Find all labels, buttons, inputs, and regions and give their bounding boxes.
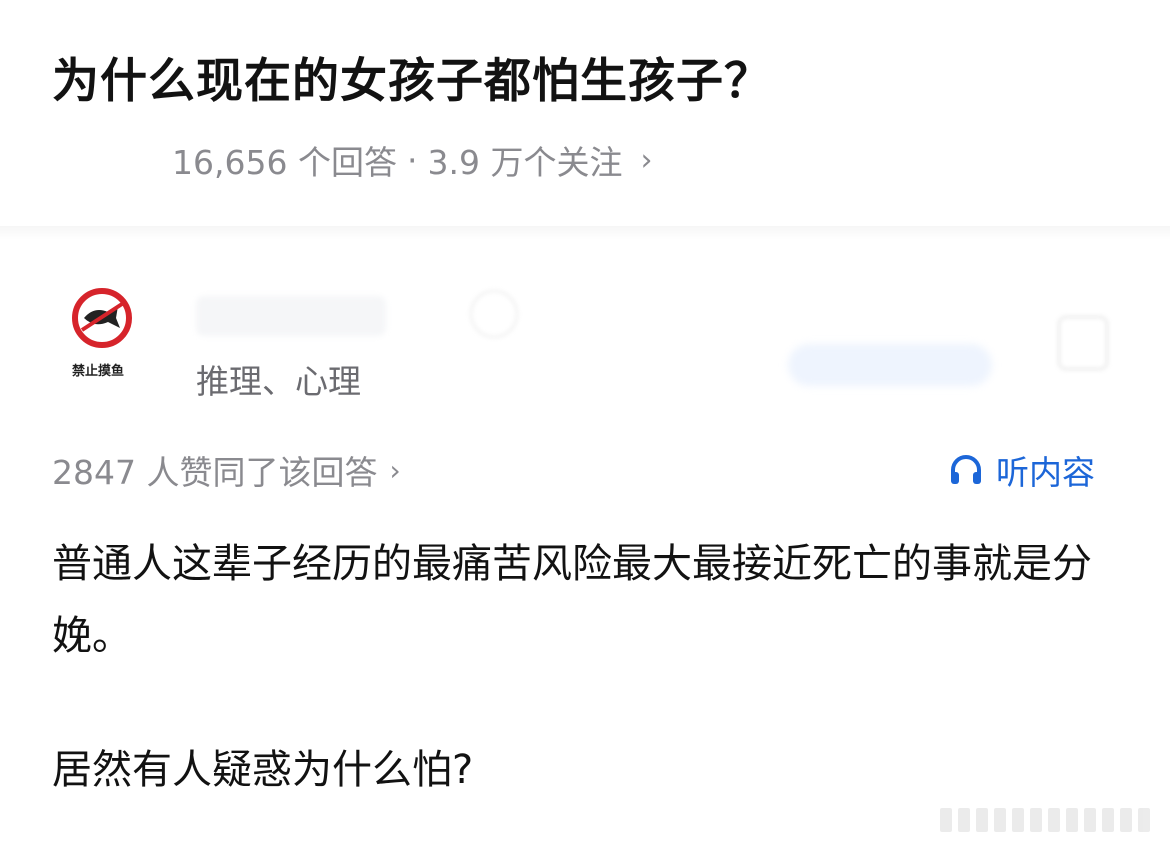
more-options-button[interactable]: [1058, 316, 1108, 370]
chevron-right-icon: ›: [640, 142, 653, 178]
listen-label: 听内容: [996, 453, 1095, 492]
answer-paragraph: 普通人这辈子经历的最痛苦风险最大最接近死亡的事就是分娩。: [52, 541, 1092, 659]
answer-paragraph: 居然有人疑惑为什么怕?: [52, 747, 474, 793]
chevron-right-icon: ›: [389, 453, 401, 487]
headphones-icon: [951, 455, 981, 484]
follow-button[interactable]: [788, 344, 992, 386]
author-name-blurred[interactable]: [196, 296, 386, 336]
author-avatar[interactable]: 禁止摸鱼: [60, 288, 150, 398]
avatar-caption: 禁止摸鱼: [72, 364, 125, 379]
author-tags: 推理、心理: [196, 362, 361, 401]
question-title[interactable]: 为什么现在的女孩子都怕生孩子？: [52, 42, 772, 111]
answer-page: 为什么现在的女孩子都怕生孩子？ 16,656 个回答 · 3.9 万个关注 › …: [0, 0, 1170, 847]
upvote-info[interactable]: 2847 人赞同了该回答 ›: [52, 446, 401, 494]
fish-icon: [80, 302, 124, 332]
upvote-count: 2847 人赞同了该回答: [52, 453, 378, 492]
watermark: [940, 808, 1150, 832]
question-stats[interactable]: 16,656 个回答 · 3.9 万个关注 ›: [172, 136, 652, 184]
listen-button[interactable]: 听内容: [948, 446, 1095, 494]
section-divider: [0, 226, 1170, 240]
author-badge-icon: [470, 290, 518, 338]
stats-separator: ·: [406, 140, 418, 180]
followers-count: 3.9 万个关注: [427, 143, 623, 182]
answers-count: 16,656 个回答: [172, 143, 397, 182]
